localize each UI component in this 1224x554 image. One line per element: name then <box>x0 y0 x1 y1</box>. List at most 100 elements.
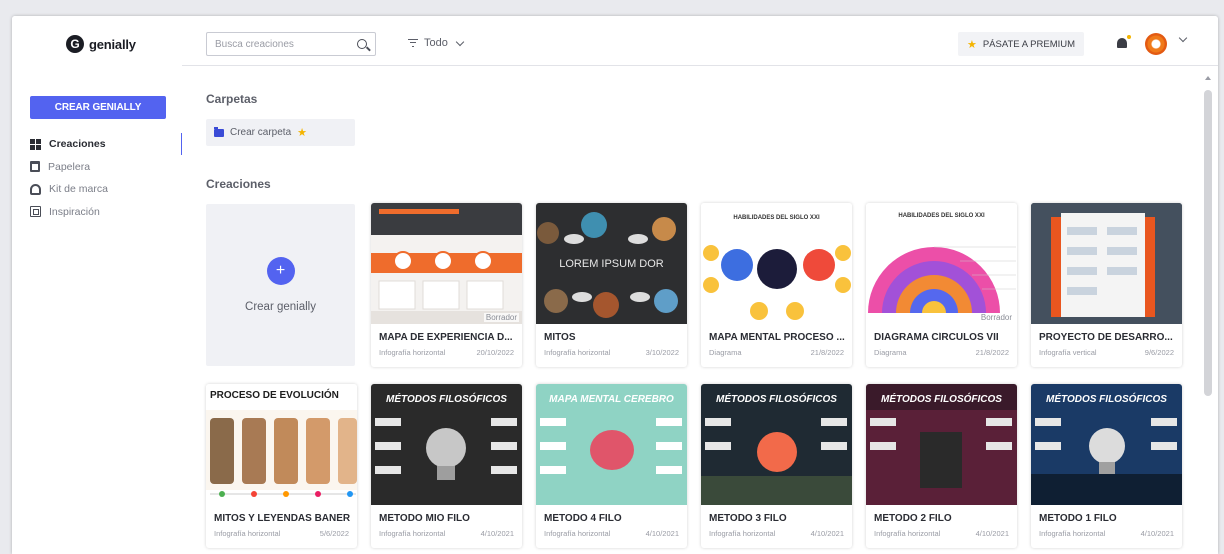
thumbnail-image <box>701 418 852 505</box>
card-thumbnail: MÉTODOS FILOSÓFICOS <box>1031 384 1182 505</box>
card-title: METODO 1 FILO <box>1039 513 1117 524</box>
star-icon: ★ <box>297 127 308 139</box>
premium-label: PÁSATE A PREMIUM <box>982 38 1076 50</box>
creation-card[interactable]: MÉTODOS FILOSÓFICOS METODO 3 FILO Infogr… <box>701 384 852 548</box>
card-title: MAPA DE EXPERIENCIA D... <box>379 332 513 343</box>
creation-card[interactable]: PROCESO DE EVOLUCIÓN MITOS Y LEYENDAS BA… <box>206 384 357 548</box>
bell-icon[interactable] <box>1117 35 1131 48</box>
genially-logo[interactable]: G genially <box>66 35 136 53</box>
card-type: Diagrama <box>709 348 742 357</box>
plus-icon: + <box>266 257 295 285</box>
card-date: 4/10/2021 <box>645 529 679 538</box>
thumbnail-image <box>866 410 1017 505</box>
card-thumbnail <box>1031 203 1182 324</box>
card-thumbnail: LOREM IPSUM DOR <box>536 203 687 324</box>
card-title: PROYECTO DE DESARRO... <box>1039 332 1173 343</box>
filter-icon <box>408 39 418 47</box>
genially-logo-icon: G <box>66 35 84 53</box>
card-date: 4/10/2021 <box>810 529 844 538</box>
filter-label: Todo <box>424 37 448 49</box>
filter-dropdown[interactable]: Todo <box>408 37 465 49</box>
card-thumbnail: MÉTODOS FILOSÓFICOS <box>866 384 1017 505</box>
creation-card[interactable]: Borrador MAPA DE EXPERIENCIA D... Infogr… <box>371 203 522 367</box>
card-date: 4/10/2021 <box>975 529 1009 538</box>
creation-card[interactable]: HABILIDADES DEL SIGLO XXI MAPA MENTAL PR… <box>701 203 852 367</box>
creation-card[interactable]: MAPA MENTAL CEREBRO METODO 4 FILO Infogr… <box>536 384 687 548</box>
card-date: 20/10/2022 <box>476 348 514 357</box>
sidebar: G genially CREAR GENIALLY Creaciones Pap… <box>12 16 183 554</box>
card-date: 21/8/2022 <box>975 348 1009 357</box>
sidebar-item-papelera[interactable]: Papelera <box>30 156 182 179</box>
card-title: MITOS <box>544 332 576 343</box>
thumbnail-image <box>375 418 517 480</box>
inspiration-icon <box>30 206 41 218</box>
creation-card[interactable]: MÉTODOS FILOSÓFICOS METODO 2 FILO Infogr… <box>866 384 1017 548</box>
card-title: METODO 4 FILO <box>544 513 622 524</box>
card-type: Infografía horizontal <box>1039 529 1106 538</box>
thumbnail-image <box>703 245 851 320</box>
card-type: Diagrama <box>874 348 907 357</box>
scroll-up-icon[interactable] <box>1205 76 1211 80</box>
star-icon: ★ <box>966 38 977 51</box>
scrollbar-thumb[interactable] <box>1204 90 1212 396</box>
grid-icon <box>30 138 41 150</box>
card-date: 3/10/2022 <box>645 348 679 357</box>
sidebar-item-creaciones[interactable]: Creaciones <box>30 133 183 156</box>
folder-icon <box>214 126 224 137</box>
creations-title: Creaciones <box>206 177 271 191</box>
creation-card[interactable]: PROYECTO DE DESARRO... Infografía vertic… <box>1031 203 1182 367</box>
thumbnail-image <box>206 410 357 497</box>
thumbnail-image <box>1031 203 1182 324</box>
create-genially-label: Crear genially <box>245 301 316 313</box>
card-title: DIAGRAMA CÍRCULOS VII <box>874 332 999 343</box>
card-type: Infografía horizontal <box>379 348 446 357</box>
card-type: Infografía horizontal <box>544 529 611 538</box>
sidebar-item-kit-de-marca[interactable]: Kit de marca <box>30 178 182 201</box>
search-icon[interactable] <box>357 39 367 49</box>
card-title: METODO 2 FILO <box>874 513 952 524</box>
search-input[interactable]: Busca creaciones <box>206 32 376 56</box>
card-date: 5/6/2022 <box>319 529 349 538</box>
avatar[interactable] <box>1145 33 1167 55</box>
scrollbar[interactable] <box>1203 76 1213 546</box>
brand-name: genially <box>89 36 136 52</box>
sidebar-item-label: Inspiración <box>49 205 100 218</box>
creation-card[interactable]: LOREM IPSUM DOR MITOS Infografía horizon… <box>536 203 687 367</box>
creation-card[interactable]: MÉTODOS FILOSÓFICOS METODO MIO FILO Info… <box>371 384 522 548</box>
card-thumbnail: Borrador <box>371 203 522 324</box>
thumbnail-image <box>540 418 682 474</box>
card-date: 9/6/2022 <box>1144 348 1174 357</box>
draft-badge: Borrador <box>978 313 1014 322</box>
search-placeholder: Busca creaciones <box>215 38 294 50</box>
create-genially-card[interactable]: + Crear genially <box>206 204 355 366</box>
card-thumbnail: HABILIDADES DEL SIGLO XXI Borrador <box>866 203 1017 324</box>
sidebar-item-inspiracion[interactable]: Inspiración <box>30 201 182 224</box>
card-thumbnail: HABILIDADES DEL SIGLO XXI <box>701 203 852 324</box>
chevron-down-icon <box>455 37 465 46</box>
card-type: Infografía horizontal <box>874 529 941 538</box>
premium-button[interactable]: ★ PÁSATE A PREMIUM <box>958 32 1084 56</box>
thumbnail-image <box>1031 418 1182 505</box>
create-genially-button[interactable]: CREAR GENIALLY <box>30 96 166 119</box>
trash-icon <box>30 161 40 173</box>
card-title: METODO MIO FILO <box>379 513 470 524</box>
chevron-down-icon[interactable] <box>1178 33 1188 43</box>
main-content: Carpetas Crear carpeta ★ Creaciones + Cr… <box>182 66 1218 554</box>
card-date: 21/8/2022 <box>810 348 844 357</box>
thumbnail-heading: LOREM IPSUM DOR <box>559 258 664 270</box>
create-folder-button[interactable]: Crear carpeta ★ <box>206 119 355 146</box>
thumbnail-image <box>371 203 522 324</box>
card-type: Infografía vertical <box>1039 348 1097 357</box>
card-type: Infografía horizontal <box>214 529 281 538</box>
top-bar: Busca creaciones Todo ★ PÁSATE A PREMIUM <box>182 16 1218 66</box>
creation-card[interactable]: HABILIDADES DEL SIGLO XXI Borrador DIAGR… <box>866 203 1017 367</box>
card-title: MAPA MENTAL PROCESO ... <box>709 332 845 343</box>
app-window: G genially CREAR GENIALLY Creaciones Pap… <box>12 16 1218 554</box>
card-type: Infografía horizontal <box>544 348 611 357</box>
card-date: 4/10/2021 <box>1140 529 1174 538</box>
sidebar-item-label: Kit de marca <box>49 183 108 196</box>
thumbnail-image <box>868 246 1016 313</box>
creation-card[interactable]: MÉTODOS FILOSÓFICOS METODO 1 FILO Infogr… <box>1031 384 1182 548</box>
folders-title: Carpetas <box>206 92 258 106</box>
create-folder-label: Crear carpeta <box>230 127 292 138</box>
